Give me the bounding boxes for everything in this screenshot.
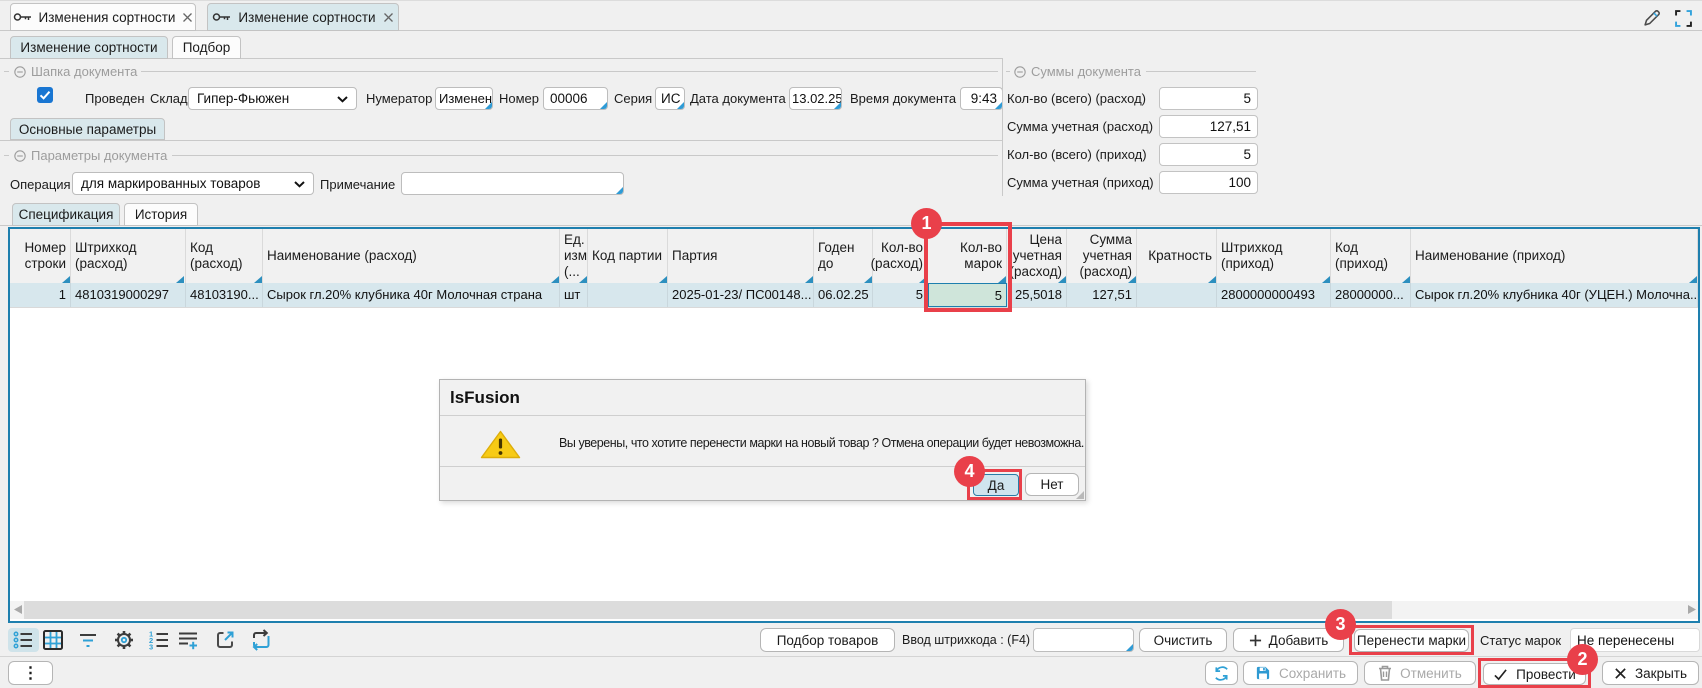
- svg-text:3: 3: [149, 643, 153, 652]
